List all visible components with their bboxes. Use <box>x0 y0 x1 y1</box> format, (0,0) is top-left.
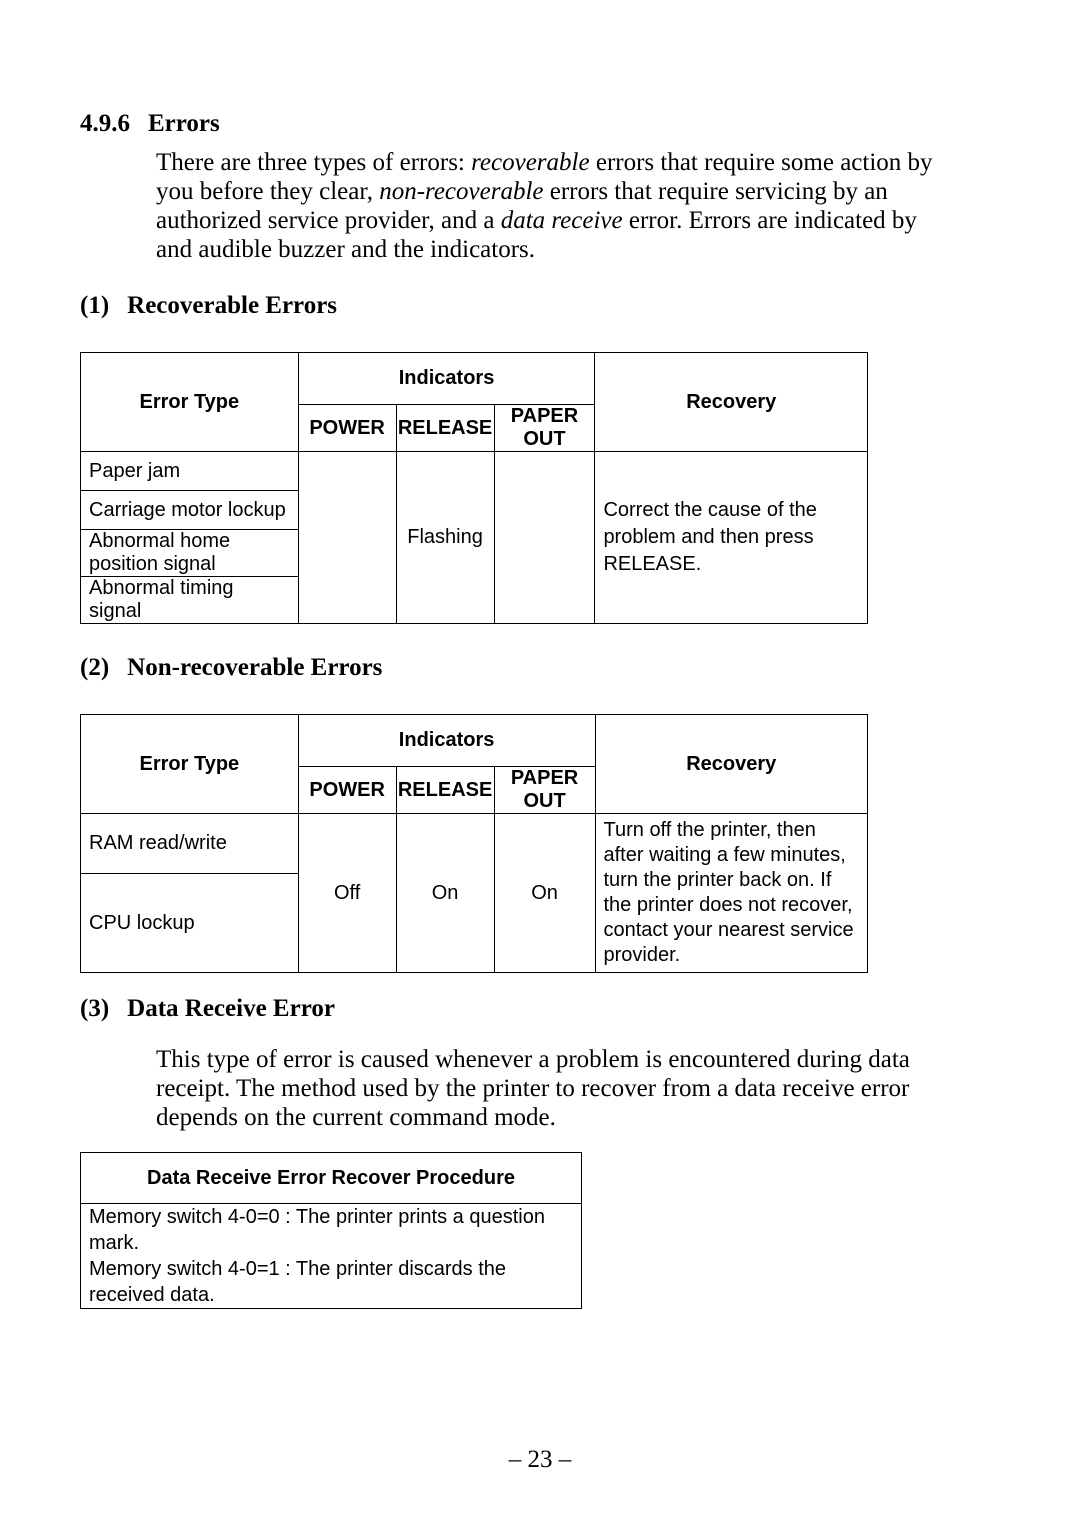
t2-recovery: Turn off the printer, then after waiting… <box>595 814 868 973</box>
t2-r1-error: RAM read/write <box>81 814 299 874</box>
intro-text-0: There are three types of errors: <box>156 149 471 176</box>
sub3-title: Data Receive Error <box>127 995 335 1022</box>
hdr-indicators-2: Indicators <box>298 715 595 767</box>
t1-paperout <box>494 452 595 624</box>
sub3-number: (3) <box>80 995 109 1023</box>
hdr-release-2: RELEASE <box>396 767 494 814</box>
page: 4.9.6 Errors There are three types of err… <box>0 0 1080 1528</box>
t1-recovery: Correct the cause of the problem and the… <box>595 452 868 624</box>
t2-r2-error: CPU lockup <box>81 874 299 973</box>
hdr-error-type: Error Type <box>81 353 299 452</box>
nonrecoverable-errors-table: Error Type Indicators Recovery POWER REL… <box>80 714 868 973</box>
intro-italic-datareceive: data receive <box>501 207 623 234</box>
t3-line2: Memory switch 4-0=1 : The printer discar… <box>89 1258 506 1306</box>
recoverable-errors-table: Error Type Indicators Recovery POWER REL… <box>80 352 868 624</box>
page-number: – 23 – <box>0 1446 1080 1474</box>
section-title: Errors <box>148 110 220 137</box>
hdr-indicators: Indicators <box>298 353 595 405</box>
t1-release: Flashing <box>396 452 494 624</box>
sub2-heading: (2) Non-recoverable Errors <box>80 654 1000 682</box>
sub3-body: This type of error is caused whenever a … <box>156 1045 946 1132</box>
t1-r4-error: Abnormal timing signal <box>81 577 299 624</box>
section-heading: 4.9.6 Errors <box>80 110 1000 138</box>
t2-power: Off <box>298 814 396 973</box>
hdr-power: POWER <box>298 405 396 452</box>
intro-italic-nonrecoverable: non-recoverable <box>379 178 543 205</box>
t1-r2-error: Carriage motor lockup <box>81 491 299 530</box>
t2-paperout: On <box>494 814 595 973</box>
sub3-heading: (3) Data Receive Error <box>80 995 1000 1023</box>
hdr-release: RELEASE <box>396 405 494 452</box>
hdr-recovery: Recovery <box>595 353 868 452</box>
hdr-power-2: POWER <box>298 767 396 814</box>
hdr-error-type-2: Error Type <box>81 715 299 814</box>
section-intro: There are three types of errors: recover… <box>156 148 946 264</box>
t2-release: On <box>396 814 494 973</box>
sub2-number: (2) <box>80 654 109 682</box>
data-receive-table: Data Receive Error Recover Procedure Mem… <box>80 1152 582 1309</box>
hdr-paper-out: PAPER OUT <box>494 405 595 452</box>
t1-r1-error: Paper jam <box>81 452 299 491</box>
t3-header: Data Receive Error Recover Procedure <box>81 1153 582 1204</box>
t3-line1: Memory switch 4-0=0 : The printer prints… <box>89 1206 545 1254</box>
hdr-paper-out-2: PAPER OUT <box>494 767 595 814</box>
t3-body: Memory switch 4-0=0 : The printer prints… <box>81 1204 582 1309</box>
t1-r3-error: Abnormal home position signal <box>81 530 299 577</box>
t1-power <box>298 452 396 624</box>
sub2-title: Non-recoverable Errors <box>127 654 382 681</box>
intro-italic-recoverable: recoverable <box>471 149 589 176</box>
sub1-heading: (1) Recoverable Errors <box>80 292 1000 320</box>
section-number: 4.9.6 <box>80 110 130 138</box>
sub1-number: (1) <box>80 292 109 320</box>
sub1-title: Recoverable Errors <box>127 292 337 319</box>
hdr-recovery-2: Recovery <box>595 715 868 814</box>
